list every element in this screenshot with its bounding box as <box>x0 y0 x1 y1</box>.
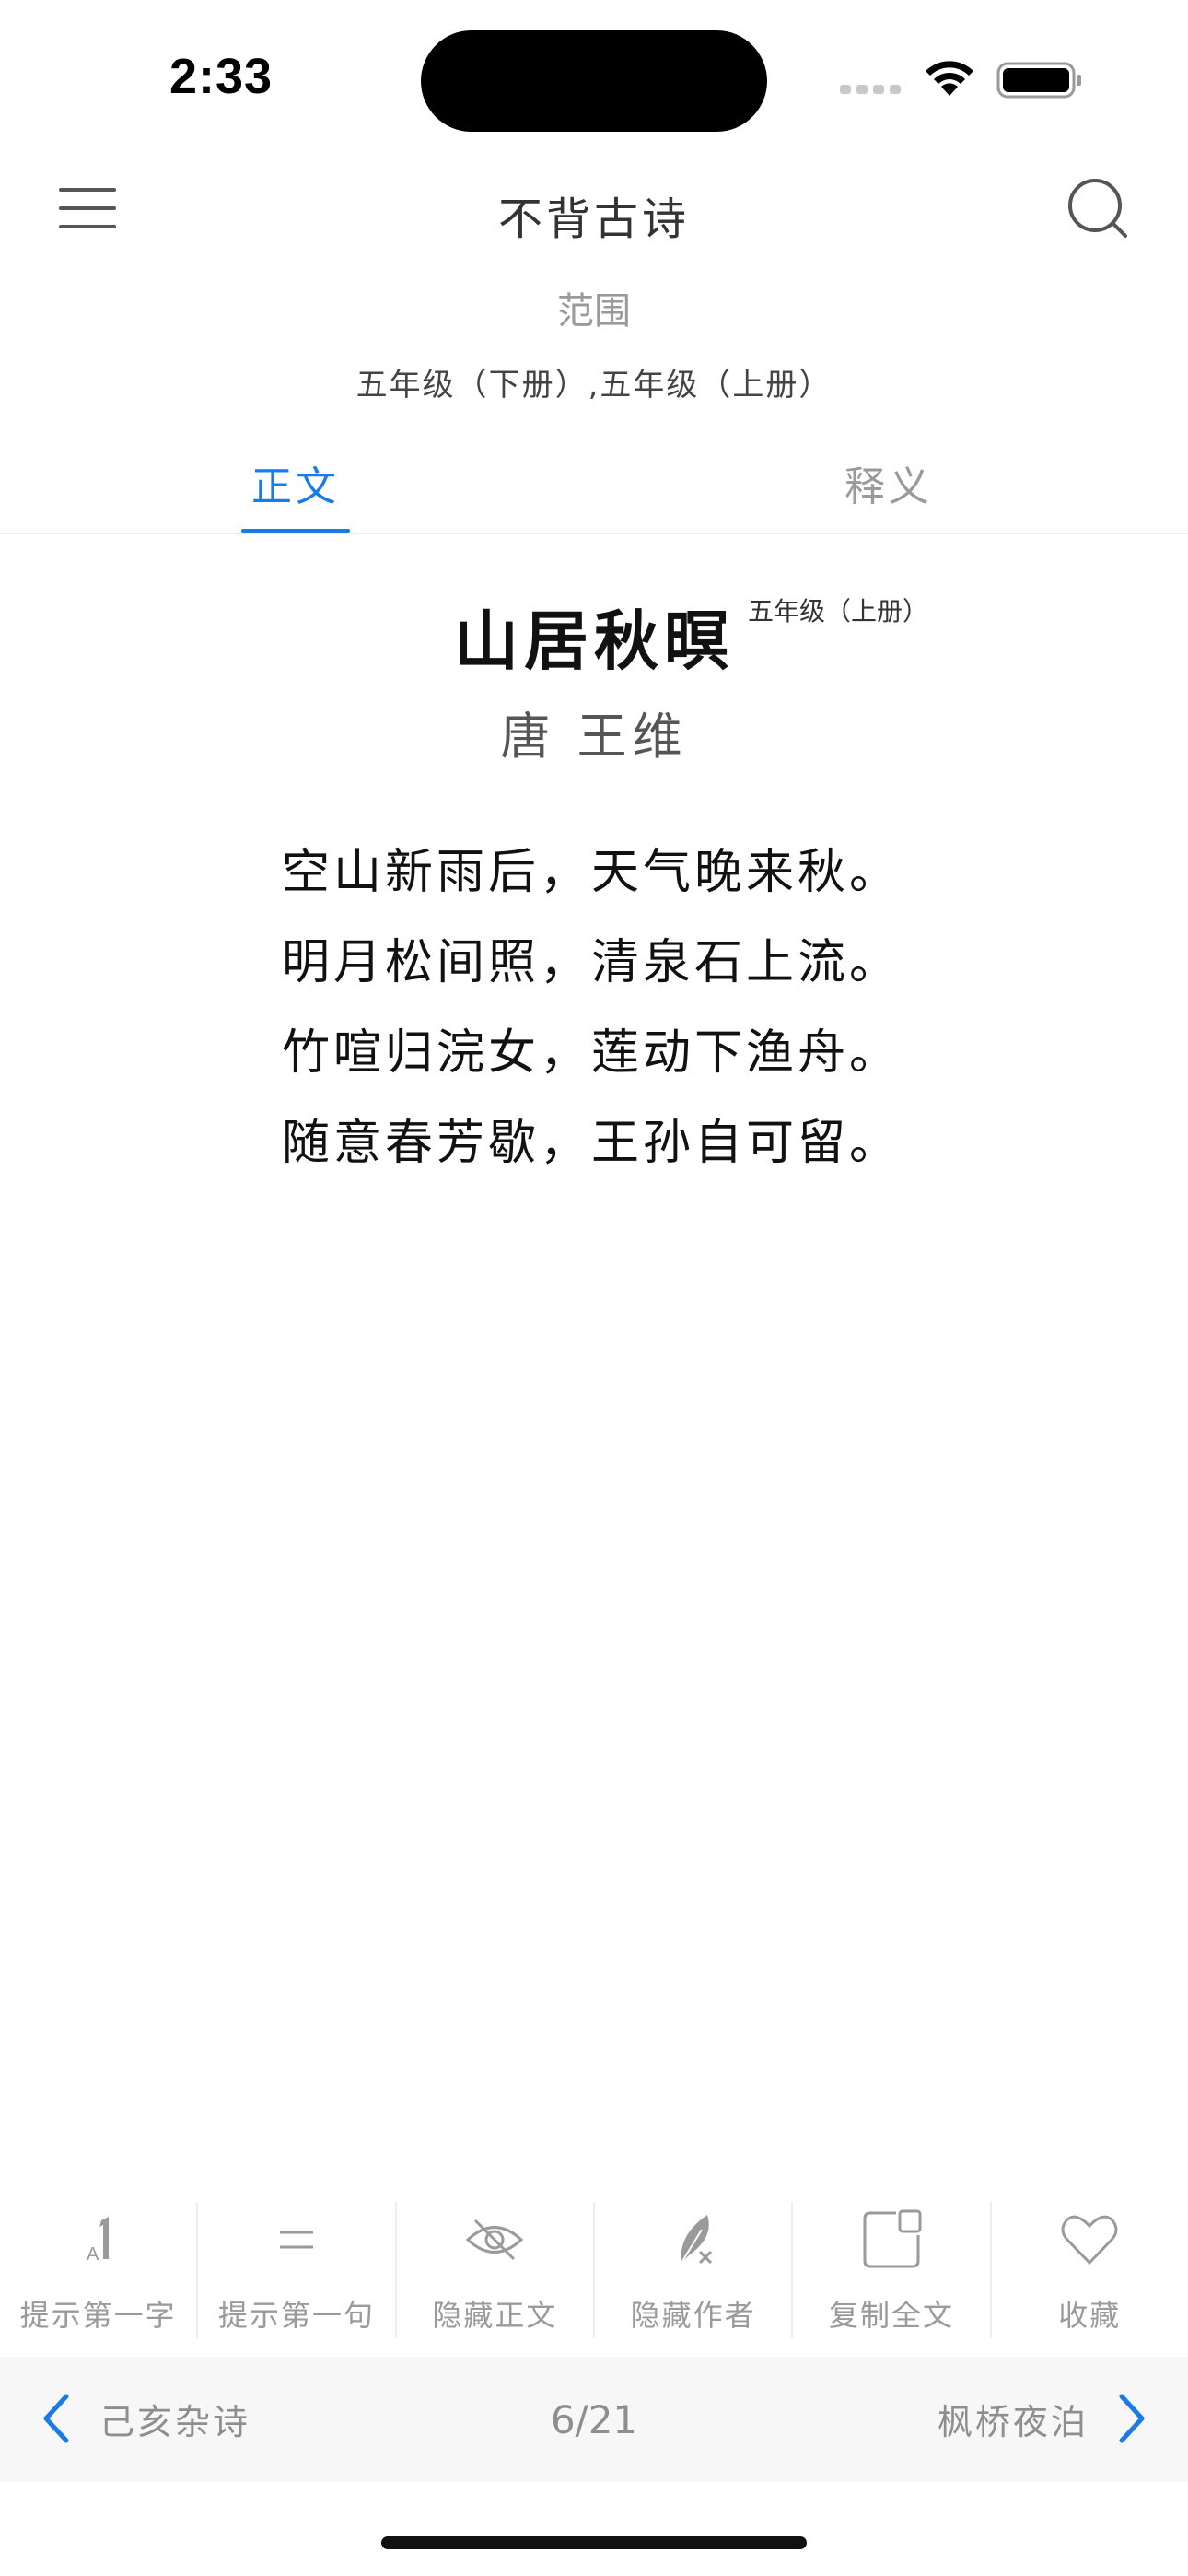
poem-line: 竹喧归浣女，莲动下渔舟。 <box>282 1025 902 1081</box>
battery-icon <box>996 62 1081 99</box>
svg-text:A: A <box>87 2244 99 2265</box>
hide-eye-icon <box>466 2219 524 2261</box>
poem-grade-badge: 五年级（上册） <box>748 596 929 626</box>
poem-body: 空山新雨后，天气晚来秋。 明月松间照，清泉石上流。 竹喧归浣女，莲动下渔舟。 随… <box>282 840 926 1201</box>
poem-author: 唐 王维 <box>500 708 688 766</box>
tool-label: 隐藏作者 <box>630 2298 756 2333</box>
poem-title: 山居秋暝 <box>454 603 734 679</box>
range-label: 范围 <box>557 290 631 333</box>
tool-label: 复制全文 <box>828 2298 954 2333</box>
app-header: 不背古诗 <box>0 147 1188 267</box>
tab-main-text[interactable]: 正文 <box>241 453 350 533</box>
copy-full-text-button[interactable]: 复制全文 <box>793 2202 992 2338</box>
chevron-right-icon <box>1119 2394 1145 2443</box>
search-icon[interactable] <box>1065 175 1131 241</box>
copy-icon <box>863 2209 922 2268</box>
home-indicator <box>381 2536 807 2549</box>
first-line-hint-icon <box>279 2231 313 2249</box>
dynamic-island <box>421 30 767 132</box>
poem-line: 随意春芳歇，王孙自可留。 <box>282 1116 902 1171</box>
next-poem-title: 枫桥夜泊 <box>937 2401 1089 2442</box>
hide-text-button[interactable]: 隐藏正文 <box>397 2202 595 2338</box>
tool-label: 提示第一句 <box>217 2298 375 2333</box>
poem-navigation: 己亥杂诗 6/21 枫桥夜泊 <box>0 2357 1188 2482</box>
status-bar: 2:33 <box>0 0 1188 147</box>
app-title: 不背古诗 <box>497 193 690 245</box>
tab-bar: 正文 释义 <box>0 440 1188 534</box>
hint-first-line-button[interactable]: 提示第一句 <box>198 2202 397 2338</box>
tool-label: 提示第一字 <box>19 2298 177 2333</box>
action-toolbar: A 提示第一字 提示第一句 隐藏正文 隐藏作者 复制全文 收藏 <box>0 2202 1188 2338</box>
tool-label: 隐藏正文 <box>432 2298 558 2333</box>
poem-line: 空山新雨后，天气晚来秋。 <box>282 845 902 900</box>
favorite-button[interactable]: 收藏 <box>992 2202 1188 2338</box>
hint-first-char-button[interactable]: A 提示第一字 <box>0 2202 199 2338</box>
tool-label: 收藏 <box>1058 2298 1122 2333</box>
next-poem-button[interactable]: 枫桥夜泊 <box>938 2377 1149 2460</box>
wifi-icon <box>926 61 973 96</box>
cellular-signal-icon <box>840 85 904 96</box>
tab-explanation[interactable]: 释义 <box>829 453 949 533</box>
range-value[interactable]: 五年级（下册）,五年级（上册） <box>0 359 1188 404</box>
status-time: 2:33 <box>169 49 274 104</box>
hide-author-button[interactable]: 隐藏作者 <box>595 2202 794 2338</box>
first-char-hint-icon: A <box>87 2217 109 2265</box>
poem-line: 明月松间照，清泉石上流。 <box>282 935 902 990</box>
hide-author-feather-icon <box>680 2215 712 2265</box>
heart-icon <box>1061 2215 1118 2266</box>
